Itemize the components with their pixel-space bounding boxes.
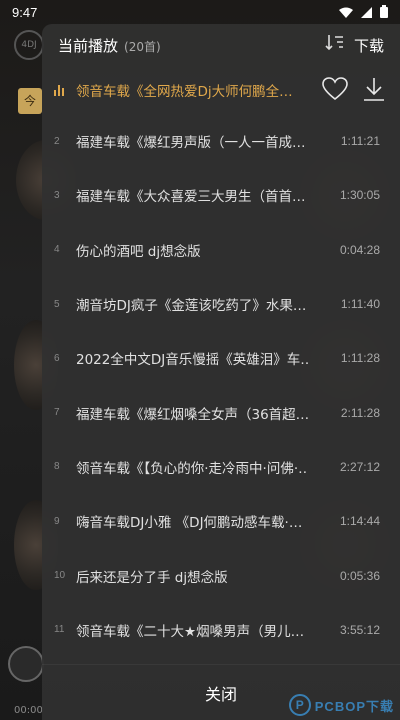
close-button[interactable]: 关闭 [205,681,237,705]
track-item[interactable]: 9 嗨音车载DJ小雅 《DJ何鹏动感车载·… 1:14:44 [42,494,400,548]
status-icons [339,3,388,22]
mini-player-time: 00:00 [14,705,43,716]
track-title: 福建车载《爆红烟嗓全女声（36首超… [76,406,308,423]
track-duration: 0:05:36 [339,568,380,583]
track-item[interactable]: 4 伤心的酒吧 dj想念版 0:04:28 [42,223,400,277]
track-duration: 1:14:44 [339,514,380,529]
heart-icon[interactable] [322,77,348,105]
track-index: 5 [54,298,60,310]
background-tab-tag: 今 [18,88,42,114]
track-index: 8 [54,461,60,473]
track-title: 嗨音车载DJ小雅 《DJ何鹏动感车载·… [76,515,303,532]
track-duration: 1:11:28 [340,351,380,366]
wifi-icon [339,3,353,22]
track-item[interactable]: 6 2022全中文DJ音乐慢摇《英雄泪》车… 1:11:28 [42,331,400,385]
track-item[interactable]: 7 福建车载《爆红烟嗓全女声（36首超… 2:11:28 [42,385,400,439]
track-item[interactable]: 11 领音车载《二十大★烟嗓男声（男儿… 3:55:12 [42,603,400,657]
track-title: 领音车载《【负心的你·走冷雨中·问佛·… [76,460,308,477]
track-index: 7 [54,407,60,419]
track-index: 6 [54,352,60,364]
track-duration: 1:11:40 [340,297,380,312]
track-index: 4 [54,244,60,256]
track-actions [322,76,386,106]
sort-download-icon [324,32,346,58]
app-logo: 4DJ [14,30,44,60]
track-duration: 1:30:05 [339,188,380,203]
track-index: 3 [54,189,60,201]
watermark: P PCBOP下载 [288,694,394,716]
track-list: 领音车载《全网热爱Dj大师何鹏全… 2 福建车载《爆红男声版（一人一首成… 1:… [42,66,400,657]
track-duration: 1:11:21 [340,134,380,149]
track-title: 后来还是分了手 dj想念版 [76,569,228,586]
track-title: 福建车载《大众喜爱三大男生（首首… [76,189,306,206]
track-duration: 0:04:28 [339,242,380,257]
playlist-title: 当前播放 [58,36,119,55]
signal-icon [361,3,372,22]
track-duration: 2:11:28 [340,405,380,420]
playlist-count: (20首) [124,39,161,54]
status-bar: 9:47 [0,0,400,24]
now-playing-icon [54,84,76,96]
download-icon[interactable] [362,76,386,106]
mini-player-disc [8,646,44,682]
track-item[interactable]: 8 领音车载《【负心的你·走冷雨中·问佛·… 2:27:12 [42,440,400,494]
track-title: 领音车载《二十大★烟嗓男声（男儿… [76,623,305,640]
track-title: 潮音坊DJ疯子《金莲该吃药了》水果… [76,298,307,315]
track-item[interactable]: 5 潮音坊DJ疯子《金莲该吃药了》水果… 1:11:40 [42,277,400,331]
track-index: 2 [54,135,60,147]
track-title: 2022全中文DJ音乐慢摇《英雄泪》车… [76,352,308,369]
download-label: 下载 [353,36,384,55]
track-item[interactable]: 10 后来还是分了手 dj想念版 0:05:36 [42,548,400,602]
status-time: 9:47 [12,4,38,20]
track-duration: 3:55:12 [339,622,380,637]
watermark-logo: P [288,694,311,716]
track-duration: 2:27:12 [339,459,380,474]
track-item[interactable]: 2 福建车载《爆红男声版（一人一首成… 1:11:21 [42,114,400,168]
track-title: 领音车载《全网热爱Dj大师何鹏全… [76,84,293,100]
battery-icon [380,3,388,22]
track-title: 福建车载《爆红男声版（一人一首成… [76,135,306,152]
track-index: 10 [54,570,66,582]
track-index: 11 [54,624,65,636]
watermark-text: PCBOP下载 [314,698,394,714]
current-playlist-sheet: 当前播放 (20首) 下载 领音车载《全网热爱Dj大师何鹏全… 2 福建车载《爆… [42,24,400,720]
track-index: 9 [54,515,60,527]
download-all-button[interactable]: 下载 [324,32,384,58]
track-item-active[interactable]: 领音车载《全网热爱Dj大师何鹏全… [42,66,400,114]
track-item[interactable]: 3 福建车载《大众喜爱三大男生（首首… 1:30:05 [42,168,400,222]
track-title: 伤心的酒吧 dj想念版 [76,243,201,260]
playlist-header: 当前播放 (20首) 下载 [42,24,400,66]
